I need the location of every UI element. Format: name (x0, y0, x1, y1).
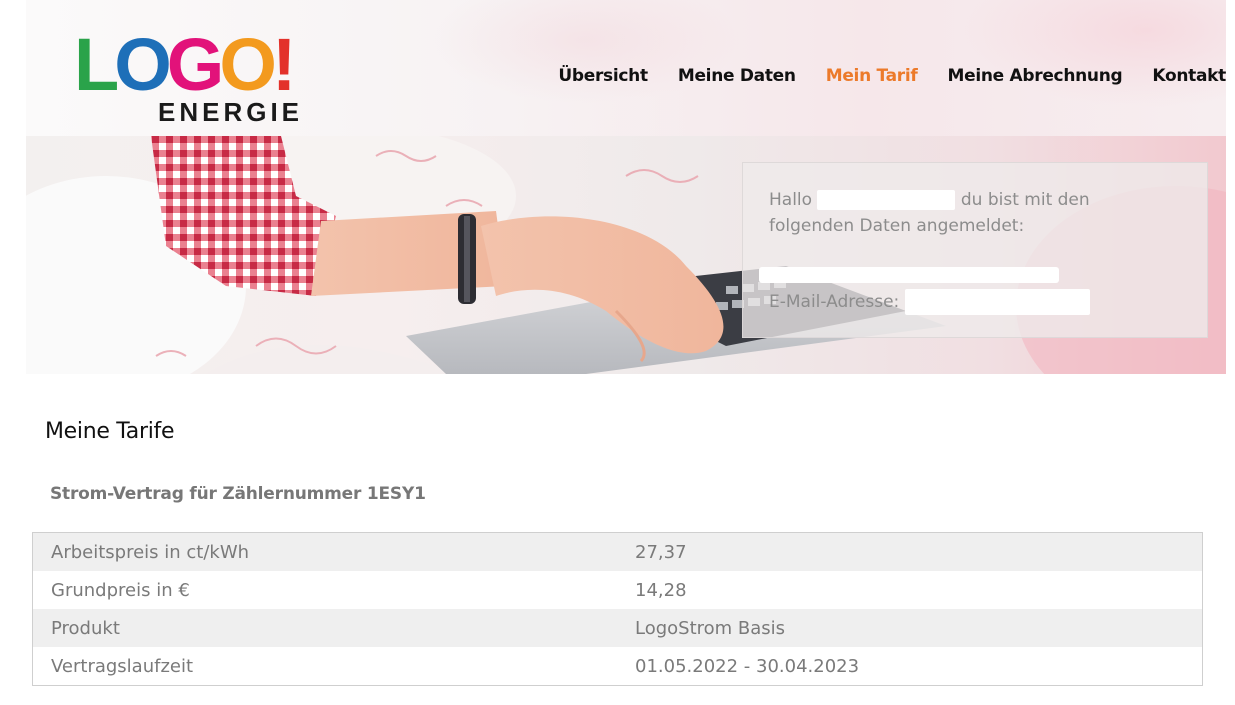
logo-letter: O (219, 23, 277, 106)
account-info-box: Hallo du bist mit den folgenden Daten an… (742, 162, 1208, 338)
nav-item-meine-abrechnung[interactable]: Meine Abrechnung (947, 66, 1122, 86)
page-title: Meine Tarife (45, 419, 175, 444)
email-label: E-Mail-Adresse: (769, 292, 900, 312)
nav-item-mein-tarif[interactable]: Mein Tarif (826, 66, 918, 86)
table-row: Arbeitspreis in ct/kWh 27,37 (33, 533, 1202, 571)
redacted-name (817, 190, 956, 210)
nav-item-meine-daten[interactable]: Meine Daten (678, 66, 796, 86)
email-row: E-Mail-Adresse: (769, 289, 1090, 315)
logo[interactable]: LOGO! ENERGIE (74, 28, 319, 128)
logo-letter: G (166, 23, 225, 106)
logo-letter: L (74, 23, 119, 106)
hero-banner: Hallo du bist mit den folgenden Daten an… (26, 136, 1226, 374)
logo-wordmark: LOGO! (74, 28, 297, 102)
redacted-email (904, 289, 1090, 315)
row-label: Produkt (51, 617, 120, 639)
row-label: Arbeitspreis in ct/kWh (51, 541, 250, 563)
redacted-username (759, 267, 1059, 283)
row-value: 14,28 (635, 579, 687, 601)
nav-item-uebersicht[interactable]: Übersicht (558, 66, 648, 86)
greeting-suffix: du bist mit den (960, 190, 1090, 210)
row-value: 01.05.2022 - 30.04.2023 (635, 655, 860, 677)
table-row: Vertragslaufzeit 01.05.2022 - 30.04.2023 (33, 647, 1202, 685)
greeting-text: Hallo du bist mit den folgenden Daten an… (769, 187, 1189, 239)
nav-item-kontakt[interactable]: Kontakt (1152, 66, 1226, 86)
logo-subtitle: ENERGIE (158, 97, 304, 127)
row-label: Vertragslaufzeit (51, 655, 194, 677)
table-row: Grundpreis in € 14,28 (33, 571, 1202, 609)
table-row: Produkt LogoStrom Basis (33, 609, 1202, 647)
row-label: Grundpreis in € (51, 579, 190, 601)
tariff-table: Arbeitspreis in ct/kWh 27,37 Grundpreis … (32, 532, 1203, 686)
site-header: LOGO! ENERGIE Übersicht Meine Daten Mein… (26, 0, 1226, 136)
greeting-line-2: folgenden Daten angemeldet: (769, 216, 1025, 236)
greeting-prefix: Hallo (769, 190, 813, 210)
main-nav: Übersicht Meine Daten Mein Tarif Meine A… (558, 66, 1226, 86)
contract-title: Strom-Vertrag für Zählernummer 1ESY1 (50, 484, 426, 504)
row-value: 27,37 (635, 541, 687, 563)
logo-letter: O (114, 23, 172, 106)
row-value: LogoStrom Basis (635, 617, 786, 639)
logo-letter: ! (271, 23, 297, 106)
